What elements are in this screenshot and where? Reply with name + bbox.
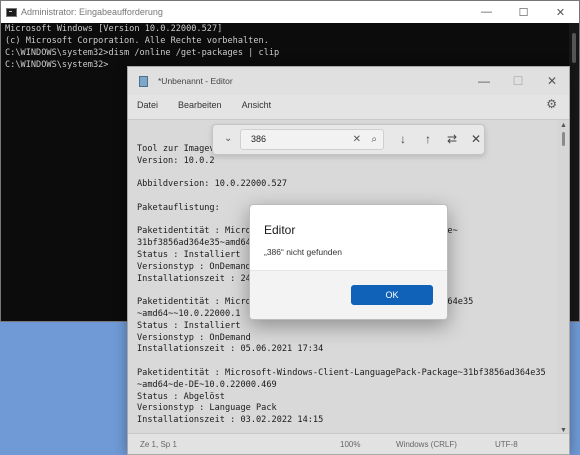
editor-line: Versionstyp : Language Pack: [137, 403, 277, 414]
dialog-message: „386“ nicht gefunden: [264, 247, 342, 257]
cmd-line: (c) Microsoft Corporation. Alle Rechte v…: [5, 36, 269, 46]
cmd-close-button[interactable]: ✕: [542, 1, 579, 23]
cmd-line: Microsoft Windows [Version 10.0.22000.52…: [5, 24, 223, 34]
editor-line: ~amd64~de-DE~10.0.22000.469: [137, 379, 277, 390]
cmd-minimize-button[interactable]: —: [468, 1, 505, 23]
editor-line: Status : Abgelöst: [137, 391, 225, 402]
editor-line: Status : Installiert: [137, 320, 241, 331]
clear-icon[interactable]: ✕: [353, 130, 361, 149]
editor-line: Installationszeit : 05.06.2021 17:34: [137, 344, 324, 355]
arrow-up-icon[interactable]: ↑: [420, 132, 436, 146]
cmd-titlebar[interactable]: Administrator: Eingabeaufforderung — ☐ ✕: [1, 1, 579, 23]
not-found-dialog: Editor „386“ nicht gefunden OK: [249, 204, 448, 320]
chevron-down-icon[interactable]: ⌄: [224, 133, 232, 144]
cmd-console-output[interactable]: Microsoft Windows [Version 10.0.22000.52…: [5, 23, 569, 71]
cmd-line: C:\WINDOWS\system32>dism /online /get-pa…: [5, 48, 280, 58]
status-line-ending: Windows (CRLF): [396, 439, 457, 449]
editor-vertical-scrollbar[interactable]: ▲ ▼: [557, 120, 569, 436]
editor-maximize-button[interactable]: ☐: [501, 67, 535, 95]
editor-minimize-button[interactable]: —: [467, 67, 501, 95]
menu-ansicht[interactable]: Ansicht: [240, 98, 274, 112]
cmd-title: Administrator: Eingabeaufforderung: [21, 7, 163, 17]
editor-line: Installationszeit : 03.02.2022 14:15: [137, 415, 324, 426]
dialog-footer: OK: [250, 270, 447, 319]
scroll-up-icon[interactable]: ▲: [560, 122, 567, 129]
status-zoom: 100%: [340, 439, 361, 449]
editor-line: Abbildversion: 10.0.22000.527: [137, 179, 288, 190]
cmd-icon: [6, 7, 17, 17]
status-encoding: UTF-8: [495, 439, 518, 449]
arrow-down-icon[interactable]: ↓: [395, 132, 411, 146]
menu-bearbeiten[interactable]: Bearbeiten: [176, 98, 224, 112]
editor-menubar: Datei Bearbeiten Ansicht ⚙: [128, 95, 569, 115]
find-query: 386: [251, 134, 267, 144]
editor-titlebar[interactable]: *Unbenannt - Editor — ☐ ✕: [128, 67, 569, 95]
editor-statusbar: Ze 1, Sp 1 100% Windows (CRLF) UTF-8: [128, 433, 569, 454]
close-icon[interactable]: ✕: [468, 132, 484, 146]
find-input[interactable]: 386 ✕ ⌕: [240, 129, 384, 150]
gear-icon[interactable]: ⚙: [546, 97, 557, 111]
notepad-icon: [139, 75, 148, 87]
status-position: Ze 1, Sp 1: [140, 439, 177, 449]
editor-line: Version: 10.0.2: [137, 155, 215, 166]
cmd-scroll-thumb[interactable]: [572, 33, 576, 63]
find-bar: ⌄ 386 ✕ ⌕ ↓ ↑ ⇄ ✕: [212, 124, 485, 155]
editor-scroll-thumb[interactable]: [562, 132, 565, 146]
replace-icon[interactable]: ⇄: [444, 132, 460, 146]
search-icon[interactable]: ⌕: [371, 130, 377, 149]
dialog-title: Editor: [264, 223, 296, 237]
cmd-scrollbar[interactable]: [569, 23, 579, 321]
menu-datei[interactable]: Datei: [135, 98, 160, 112]
editor-title: *Unbenannt - Editor: [158, 76, 233, 86]
editor-line: Paketidentität : Microsoft-Windows-Clien…: [137, 367, 546, 378]
editor-close-button[interactable]: ✕: [535, 67, 569, 95]
editor-line: Versionstyp : OnDemand: [137, 332, 251, 343]
cmd-maximize-button[interactable]: ☐: [505, 1, 542, 23]
ok-button[interactable]: OK: [351, 285, 433, 305]
